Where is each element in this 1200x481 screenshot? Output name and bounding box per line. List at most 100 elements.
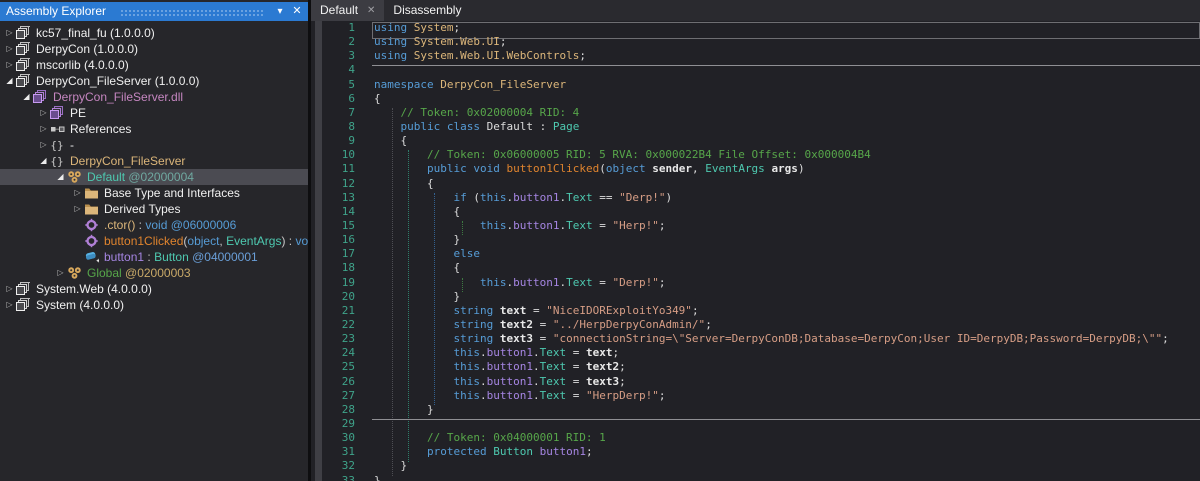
tree-item[interactable]: ▷Base Type and Interfaces — [0, 185, 308, 201]
tree-item[interactable]: ▷mscorlib (4.0.0.0) — [0, 57, 308, 73]
tree-item[interactable]: ◢ Default @02000004 — [0, 169, 308, 185]
panel-close-button[interactable]: ✕ — [289, 2, 305, 21]
code-line[interactable]: 12 { — [311, 177, 1200, 191]
tab-default[interactable]: Default✕ — [311, 0, 384, 21]
dnspy-window: Assembly Explorer ▾ ✕ ▷kc57_final_fu (1.… — [0, 0, 1200, 481]
code-line[interactable]: 6{ — [311, 92, 1200, 106]
tree-item[interactable]: ▷ Derived Types — [0, 201, 308, 217]
code-text: string text = "NiceIDORExploitYo349"; — [355, 304, 699, 318]
code-text: { — [355, 134, 407, 148]
code-line[interactable]: 21 string text = "NiceIDORExploitYo349"; — [311, 304, 1200, 318]
assembly-icon — [16, 26, 32, 40]
code-line[interactable]: 26 this.button1.Text = text3; — [311, 375, 1200, 389]
expander-collapsed-icon[interactable]: ▷ — [37, 137, 50, 153]
expander-collapsed-icon[interactable]: ▷ — [3, 25, 16, 41]
code-text: this.button1.Text = text3; — [355, 375, 626, 389]
expander-collapsed-icon[interactable]: ▷ — [3, 57, 16, 73]
code-line[interactable]: 32 } — [311, 459, 1200, 473]
tab-label: Disassembly — [393, 0, 461, 21]
code-line[interactable]: 13 if (this.button1.Text == "Derp!") — [311, 191, 1200, 205]
tree-item[interactable]: .ctor() : void @06000006 — [0, 217, 308, 233]
code-line[interactable]: 22 string text2 = "../HerpDerpyConAdmin/… — [311, 318, 1200, 332]
line-number: 19 — [311, 276, 355, 290]
expander-collapsed-icon[interactable]: ▷ — [37, 121, 50, 137]
code-line[interactable]: 28 } — [311, 403, 1200, 417]
code-line[interactable]: 31 protected Button button1; — [311, 445, 1200, 459]
tree-item[interactable]: ▷References — [0, 121, 308, 137]
tree-item[interactable]: ◢{}DerpyCon_FileServer — [0, 153, 308, 169]
expander-collapsed-icon[interactable]: ▷ — [3, 41, 16, 57]
code-text: // Token: 0x06000005 RID: 5 RVA: 0x00002… — [355, 148, 871, 162]
expander-expanded-icon[interactable]: ◢ — [20, 89, 33, 105]
code-line[interactable]: 19 this.button1.Text = "Derp!"; — [311, 276, 1200, 290]
tree-item[interactable]: ◢DerpyCon_FileServer.dll — [0, 89, 308, 105]
tree-item[interactable]: ▷System (4.0.0.0) — [0, 297, 308, 313]
code-line[interactable]: 24 this.button1.Text = text; — [311, 346, 1200, 360]
code-line[interactable]: 5namespace DerpyCon_FileServer — [311, 78, 1200, 92]
line-number: 24 — [311, 346, 355, 360]
namespace-icon: {} — [50, 154, 66, 168]
tree-item[interactable]: ▷System.Web (4.0.0.0) — [0, 281, 308, 297]
code-text: this.button1.Text = "Derp!"; — [355, 276, 665, 290]
expander-collapsed-icon[interactable]: ▷ — [71, 201, 84, 217]
tree-item-label: DerpyCon (1.0.0.0) — [36, 41, 138, 57]
tree-item-label: Default @02000004 — [87, 169, 194, 185]
tree-item[interactable]: ▷{}- — [0, 137, 308, 153]
line-number: 7 — [311, 106, 355, 120]
expander-collapsed-icon[interactable]: ▷ — [37, 105, 50, 121]
code-text — [355, 63, 374, 77]
expander-collapsed-icon[interactable]: ▷ — [3, 297, 16, 313]
line-number: 31 — [311, 445, 355, 459]
line-number: 26 — [311, 375, 355, 389]
code-line[interactable]: 23 string text3 = "connectionString=\"Se… — [311, 332, 1200, 346]
code-text: using System; — [355, 21, 460, 35]
code-line[interactable]: 17 else — [311, 247, 1200, 261]
code-line[interactable]: 30 // Token: 0x04000001 RID: 1 — [311, 431, 1200, 445]
code-line[interactable]: 9 { — [311, 134, 1200, 148]
code-line[interactable]: 29 — [311, 417, 1200, 431]
code-line[interactable]: 18 { — [311, 261, 1200, 275]
expander-expanded-icon[interactable]: ◢ — [37, 153, 50, 169]
code-line[interactable]: 20 } — [311, 290, 1200, 304]
tree-item-label: DerpyCon_FileServer (1.0.0.0) — [36, 73, 199, 89]
code-text: { — [355, 205, 460, 219]
tree-item[interactable]: ▷kc57_final_fu (1.0.0.0) — [0, 25, 308, 41]
code-line[interactable]: 25 this.button1.Text = text2; — [311, 360, 1200, 374]
expander-collapsed-icon[interactable]: ▷ — [54, 265, 67, 281]
code-line[interactable]: 4 — [311, 63, 1200, 77]
code-line[interactable]: 1using System; — [311, 21, 1200, 35]
expander-collapsed-icon[interactable]: ▷ — [71, 185, 84, 201]
tab-disassembly[interactable]: Disassembly — [384, 0, 470, 21]
line-number: 11 — [311, 162, 355, 176]
code-text: string text2 = "../HerpDerpyConAdmin/"; — [355, 318, 712, 332]
code-line[interactable]: 3using System.Web.UI.WebControls; — [311, 49, 1200, 63]
line-number: 4 — [311, 63, 355, 77]
line-number: 12 — [311, 177, 355, 191]
tab-close-icon[interactable]: ✕ — [367, 0, 375, 21]
code-line[interactable]: 33} — [311, 474, 1200, 481]
code-line[interactable]: 27 this.button1.Text = "HerpDerp!"; — [311, 389, 1200, 403]
tree-item[interactable]: ▷ DerpyCon (1.0.0.0) — [0, 41, 308, 57]
code-line[interactable]: 16 } — [311, 233, 1200, 247]
code-line[interactable]: 10 // Token: 0x06000005 RID: 5 RVA: 0x00… — [311, 148, 1200, 162]
tree-item[interactable]: ▷Global @02000003 — [0, 265, 308, 281]
titlebar-grip-texture — [120, 9, 264, 17]
code-line[interactable]: 11 public void button1Clicked(object sen… — [311, 162, 1200, 176]
panel-dropdown-button[interactable]: ▾ — [272, 2, 288, 21]
code-line[interactable]: 14 { — [311, 205, 1200, 219]
tree-item-label: Derived Types — [104, 201, 180, 217]
tree-item[interactable]: ▷PE — [0, 105, 308, 121]
expander-collapsed-icon[interactable]: ▷ — [3, 281, 16, 297]
expander-expanded-icon[interactable]: ◢ — [54, 169, 67, 185]
tree-item[interactable]: ✦button1 : Button @04000001 — [0, 249, 308, 265]
field-icon: ✦ — [84, 250, 100, 264]
tree-item[interactable]: ◢ DerpyCon_FileServer (1.0.0.0) — [0, 73, 308, 89]
code-line[interactable]: 2using System.Web.UI; — [311, 35, 1200, 49]
tree-item[interactable]: button1Clicked(object, EventArgs) : void — [0, 233, 308, 249]
document-tabstrip: Default✕ Disassembly — [311, 0, 1200, 21]
code-line[interactable]: 7 // Token: 0x02000004 RID: 4 — [311, 106, 1200, 120]
expander-expanded-icon[interactable]: ◢ — [3, 73, 16, 89]
code-text: } — [355, 403, 434, 417]
code-line[interactable]: 15 this.button1.Text = "Herp!"; — [311, 219, 1200, 233]
code-line[interactable]: 8 public class Default : Page — [311, 120, 1200, 134]
